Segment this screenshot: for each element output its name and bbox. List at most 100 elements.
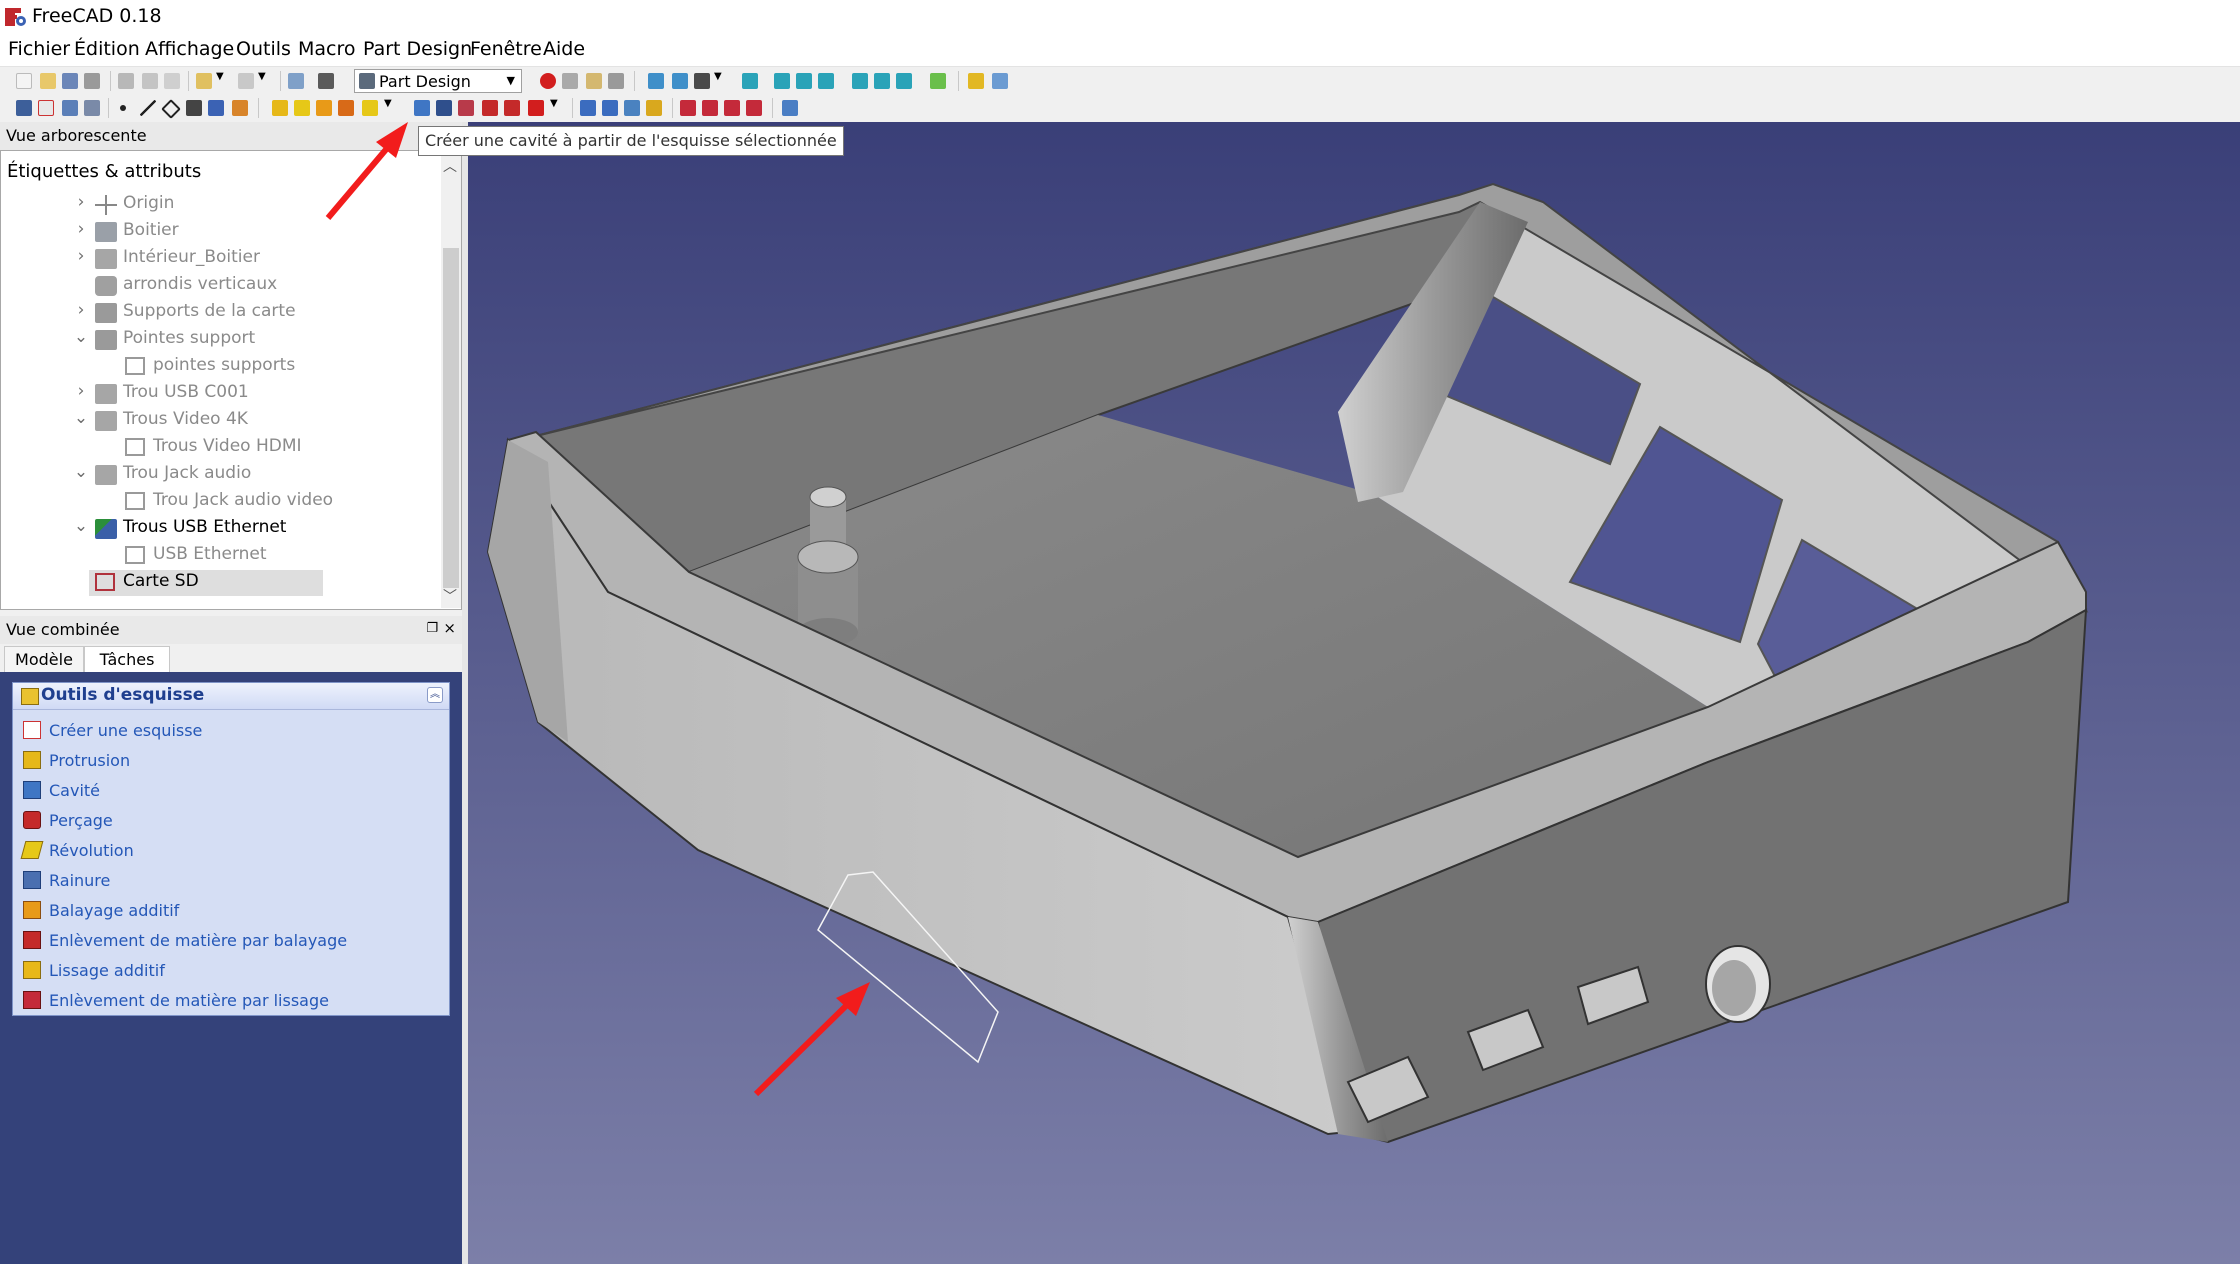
- additive-pipe-toolbar-icon[interactable]: [338, 100, 354, 116]
- isometric-view-icon[interactable]: [742, 73, 758, 89]
- polar-pattern-icon[interactable]: [724, 100, 740, 116]
- local-coordinate-icon[interactable]: [186, 100, 202, 116]
- chevron-right-icon[interactable]: ›: [72, 219, 90, 239]
- redo-icon[interactable]: [238, 73, 254, 89]
- create-sketch-icon[interactable]: [38, 100, 54, 116]
- tree-item-label: Trous Video HDMI: [153, 436, 302, 456]
- paste-icon[interactable]: [164, 73, 180, 89]
- cut-icon[interactable]: [118, 73, 134, 89]
- groove-toolbar-icon[interactable]: [458, 100, 474, 116]
- bottom-view-icon[interactable]: [874, 73, 890, 89]
- tree-item-label: arrondis verticaux: [123, 274, 278, 294]
- chevron-down-icon[interactable]: ⌄: [72, 462, 90, 482]
- fillet-icon[interactable]: [580, 100, 596, 116]
- subtractive-loft-toolbar-icon[interactable]: [482, 100, 498, 116]
- combo-view-title: Vue combinée: [6, 620, 120, 639]
- tab-modele[interactable]: Modèle: [4, 646, 84, 674]
- mirrored-icon[interactable]: [680, 100, 696, 116]
- undo-icon[interactable]: [196, 73, 212, 89]
- multi-transform-icon[interactable]: [746, 100, 762, 116]
- shape-binder-icon[interactable]: [208, 100, 224, 116]
- subtractive-primitive-icon[interactable]: [528, 100, 544, 116]
- new-file-icon[interactable]: [16, 73, 32, 89]
- thickness-icon[interactable]: [646, 100, 662, 116]
- additive-primitive-dropdown-icon[interactable]: ▼: [384, 98, 394, 114]
- menu-aide[interactable]: Aide: [543, 38, 585, 60]
- whats-this-icon[interactable]: [318, 73, 334, 89]
- draw-style-dropdown-icon[interactable]: ▼: [714, 71, 724, 87]
- copy-icon[interactable]: [142, 73, 158, 89]
- rear-view-icon[interactable]: [852, 73, 868, 89]
- boolean-icon[interactable]: [782, 100, 798, 116]
- workbench-selector[interactable]: Part Design ▼: [354, 69, 522, 93]
- revolution-icon: [20, 841, 44, 859]
- menu-macro[interactable]: Macro: [298, 38, 356, 60]
- print-icon[interactable]: [84, 73, 100, 89]
- menu-outils[interactable]: Outils: [236, 38, 291, 60]
- top-view-icon[interactable]: [796, 73, 812, 89]
- menu-affichage[interactable]: Affichage: [145, 38, 234, 60]
- menu-fichier[interactable]: Fichier: [8, 38, 70, 60]
- datum-line-icon[interactable]: [140, 100, 156, 116]
- revolution-toolbar-icon[interactable]: [294, 100, 310, 116]
- fit-selection-icon[interactable]: [672, 73, 688, 89]
- macro-edit-icon[interactable]: [586, 73, 602, 89]
- pocket-icon: [23, 781, 41, 799]
- chevron-right-icon[interactable]: ›: [72, 192, 90, 212]
- additive-primitive-icon[interactable]: [362, 100, 378, 116]
- hole-toolbar-icon[interactable]: [436, 100, 452, 116]
- datum-point-icon[interactable]: [120, 105, 126, 111]
- collapse-icon[interactable]: ︽: [427, 687, 443, 703]
- macro-record-icon[interactable]: [540, 73, 556, 89]
- right-view-icon[interactable]: [818, 73, 834, 89]
- redo-dropdown-icon[interactable]: ▼: [258, 71, 268, 87]
- save-icon[interactable]: [62, 73, 78, 89]
- tree-item-label: Origin: [123, 193, 175, 213]
- macro-run-icon[interactable]: [608, 73, 624, 89]
- chamfer-icon[interactable]: [602, 100, 618, 116]
- menu-part-design[interactable]: Part Design: [363, 38, 472, 60]
- float-panel-icon[interactable]: ❐: [426, 621, 438, 636]
- linear-pattern-icon[interactable]: [702, 100, 718, 116]
- datum-plane-icon[interactable]: [161, 99, 181, 119]
- menu-edition[interactable]: Édition: [74, 38, 140, 60]
- create-body-icon[interactable]: [16, 100, 32, 116]
- measure-distance-icon[interactable]: [930, 73, 946, 89]
- pocket-toolbar-icon[interactable]: [414, 100, 430, 116]
- pad-icon[interactable]: [272, 100, 288, 116]
- create-group-icon[interactable]: [992, 73, 1008, 89]
- draft-icon[interactable]: [624, 100, 640, 116]
- chevron-right-icon[interactable]: ›: [72, 381, 90, 401]
- scroll-down-icon[interactable]: ﹀: [443, 586, 457, 606]
- chevron-down-icon[interactable]: ⌄: [72, 327, 90, 347]
- sub-shape-binder-icon[interactable]: [232, 100, 248, 116]
- subtractive-pipe-toolbar-icon[interactable]: [504, 100, 520, 116]
- tree-scrollbar[interactable]: ︿ ﹀: [441, 152, 461, 608]
- validate-sketch-icon[interactable]: [62, 100, 78, 116]
- scrollbar-thumb[interactable]: [443, 248, 459, 588]
- left-view-icon[interactable]: [896, 73, 912, 89]
- fit-all-icon[interactable]: [648, 73, 664, 89]
- undo-dropdown-icon[interactable]: ▼: [216, 71, 226, 87]
- chevron-right-icon[interactable]: ›: [72, 300, 90, 320]
- tree-item-label: Trou Jack audio video: [153, 490, 334, 510]
- open-file-icon[interactable]: [40, 73, 56, 89]
- sketch-tools-box: Outils d'esquisse ︽ Créer une esquisse Pr…: [12, 682, 450, 1016]
- draw-style-icon[interactable]: [694, 73, 710, 89]
- subtractive-primitive-dropdown-icon[interactable]: ▼: [550, 98, 560, 114]
- close-icon[interactable]: ×: [443, 619, 456, 637]
- chevron-down-icon[interactable]: ⌄: [72, 408, 90, 428]
- tab-taches[interactable]: Tâches: [84, 646, 170, 674]
- 3d-view[interactable]: [468, 122, 2240, 1264]
- additive-loft-toolbar-icon[interactable]: [316, 100, 332, 116]
- scroll-up-icon[interactable]: ︿: [443, 156, 457, 176]
- macro-stop-icon[interactable]: [562, 73, 578, 89]
- chevron-down-icon[interactable]: ⌄: [72, 516, 90, 536]
- clone-icon[interactable]: [84, 100, 100, 116]
- refresh-icon[interactable]: [288, 73, 304, 89]
- menu-fenetre[interactable]: Fenêtre: [470, 38, 542, 60]
- sketch-tools-icon: [21, 688, 39, 705]
- create-part-icon[interactable]: [968, 73, 984, 89]
- front-view-icon[interactable]: [774, 73, 790, 89]
- chevron-right-icon[interactable]: ›: [72, 246, 90, 266]
